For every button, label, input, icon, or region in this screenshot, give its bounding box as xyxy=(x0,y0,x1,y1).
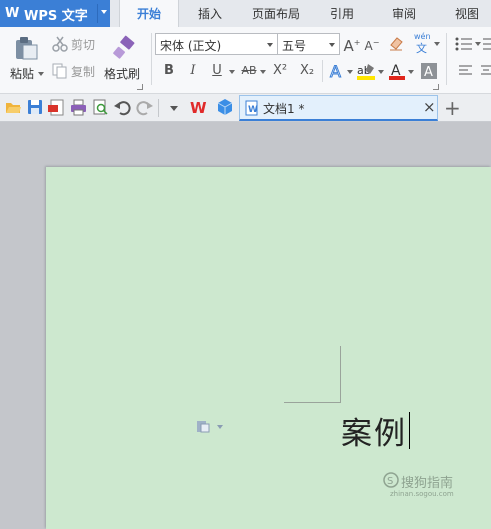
cut-label: 剪切 xyxy=(71,38,96,52)
strikethrough-dropdown-icon[interactable] xyxy=(260,70,266,74)
font-size-select[interactable]: 五号 xyxy=(277,33,340,55)
tab-view[interactable]: 视图 xyxy=(445,0,489,27)
customize-toolbar-dropdown-icon[interactable] xyxy=(170,106,178,111)
grow-font-icon: A xyxy=(343,37,354,55)
subscript-button[interactable]: X₂ xyxy=(297,61,317,81)
chevron-down-icon xyxy=(329,43,335,47)
bullet-list-dropdown-icon[interactable] xyxy=(475,42,481,46)
svg-text:A: A xyxy=(330,62,341,80)
text-effect-dropdown-icon[interactable] xyxy=(347,70,353,74)
app-menu-divider xyxy=(97,4,98,23)
ribbon-divider xyxy=(446,33,447,85)
numbered-list-icon[interactable] xyxy=(483,36,491,52)
document-icon: W xyxy=(245,100,258,116)
print-preview-icon[interactable] xyxy=(92,99,109,116)
scissors-icon xyxy=(52,36,68,52)
paste-options-dropdown-icon[interactable] xyxy=(217,425,223,429)
bullet-list-icon[interactable] xyxy=(455,36,473,52)
font-color-dropdown-icon[interactable] xyxy=(408,70,414,74)
shrink-font-button[interactable]: A− xyxy=(362,33,382,53)
text-effect-icon[interactable]: A xyxy=(328,62,346,80)
font-name-select[interactable]: 宋体 (正文) xyxy=(155,33,278,55)
svg-text:W: W xyxy=(190,99,207,116)
svg-text:W: W xyxy=(248,105,258,115)
export-pdf-icon[interactable] xyxy=(48,99,65,116)
undo-icon[interactable] xyxy=(114,99,131,116)
text-cursor xyxy=(409,412,410,449)
chevron-down-icon xyxy=(267,43,273,47)
strikethrough-button[interactable]: AB xyxy=(239,61,259,81)
grow-font-button[interactable]: A+ xyxy=(342,33,362,55)
tab-references[interactable]: 引用 xyxy=(320,0,364,27)
pinyin-dropdown-icon[interactable] xyxy=(434,42,440,46)
ribbon-divider xyxy=(151,33,152,85)
italic-button[interactable]: I xyxy=(183,61,203,81)
highlight-dropdown-icon[interactable] xyxy=(378,70,384,74)
format-painter-button[interactable]: 格式刷 xyxy=(104,33,146,83)
paste-button[interactable]: 粘贴 xyxy=(8,33,44,83)
align-left-icon[interactable] xyxy=(459,65,473,77)
clipboard-icon xyxy=(16,37,38,60)
document-tab[interactable]: W 文档1 * × xyxy=(239,95,438,121)
ribbon-divider xyxy=(322,60,323,82)
paste-label: 粘贴 xyxy=(10,67,35,81)
pinyin-guide-button[interactable]: wén 文 xyxy=(411,32,435,55)
toolbar-divider xyxy=(158,99,159,117)
app-menu-button[interactable]: W WPS 文字 xyxy=(0,0,110,27)
clipboard-group-launcher-icon[interactable] xyxy=(137,84,143,90)
bold-button[interactable]: B xyxy=(159,61,179,81)
paste-dropdown-icon[interactable] xyxy=(38,72,44,76)
font-group-launcher-icon[interactable] xyxy=(433,84,439,90)
align-center-icon[interactable] xyxy=(481,65,491,77)
wps-logo-icon: W xyxy=(5,6,20,21)
new-tab-button[interactable]: + xyxy=(444,96,461,120)
tab-review[interactable]: 审阅 xyxy=(382,0,426,27)
copy-icon xyxy=(52,63,67,79)
shrink-font-icon: A xyxy=(364,39,373,53)
margin-corner-mark xyxy=(340,346,341,402)
tab-page-layout[interactable]: 页面布局 xyxy=(246,0,306,27)
watermark-url: zhinan.sogou.com xyxy=(390,490,454,498)
app-name: WPS 文字 xyxy=(24,9,88,24)
print-icon[interactable] xyxy=(70,99,87,116)
open-folder-icon[interactable] xyxy=(5,99,22,116)
cut-button[interactable]: 剪切 xyxy=(52,34,102,54)
superscript-button[interactable]: X² xyxy=(270,61,290,81)
copy-button[interactable]: 复制 xyxy=(52,61,102,81)
redo-icon[interactable] xyxy=(136,99,153,116)
pinyin-bottom: 文 xyxy=(416,42,427,55)
svg-text:S: S xyxy=(387,476,393,487)
clear-format-icon[interactable] xyxy=(388,35,404,51)
format-painter-label: 格式刷 xyxy=(104,67,141,81)
tab-insert[interactable]: 插入 xyxy=(187,0,233,27)
font-name-value: 宋体 (正文) xyxy=(160,39,222,53)
chevron-down-icon xyxy=(101,10,107,14)
margin-corner-mark xyxy=(284,402,341,403)
underline-button[interactable]: U xyxy=(207,61,227,81)
sogou-logo-icon: S xyxy=(383,472,399,488)
cloud-cube-icon[interactable] xyxy=(216,98,233,115)
tab-home[interactable]: 开始 xyxy=(119,0,179,27)
svg-text:A: A xyxy=(424,65,433,79)
document-body-text[interactable]: 案例 xyxy=(341,408,407,453)
underline-dropdown-icon[interactable] xyxy=(229,70,235,74)
character-shading-icon[interactable]: A xyxy=(421,63,437,79)
paste-options-icon[interactable] xyxy=(196,419,210,433)
close-icon[interactable]: × xyxy=(423,98,436,116)
document-tab-title: 文档1 * xyxy=(263,102,305,116)
wps-w-icon[interactable]: W xyxy=(190,99,207,116)
watermark-brand: 搜狗指南 xyxy=(401,476,454,491)
paintbrush-icon xyxy=(113,35,135,59)
font-size-value: 五号 xyxy=(282,39,307,53)
font-color-icon[interactable]: A xyxy=(388,62,406,80)
save-icon[interactable] xyxy=(27,99,44,116)
copy-label: 复制 xyxy=(71,65,96,79)
highlight-icon[interactable]: ab xyxy=(356,62,376,80)
